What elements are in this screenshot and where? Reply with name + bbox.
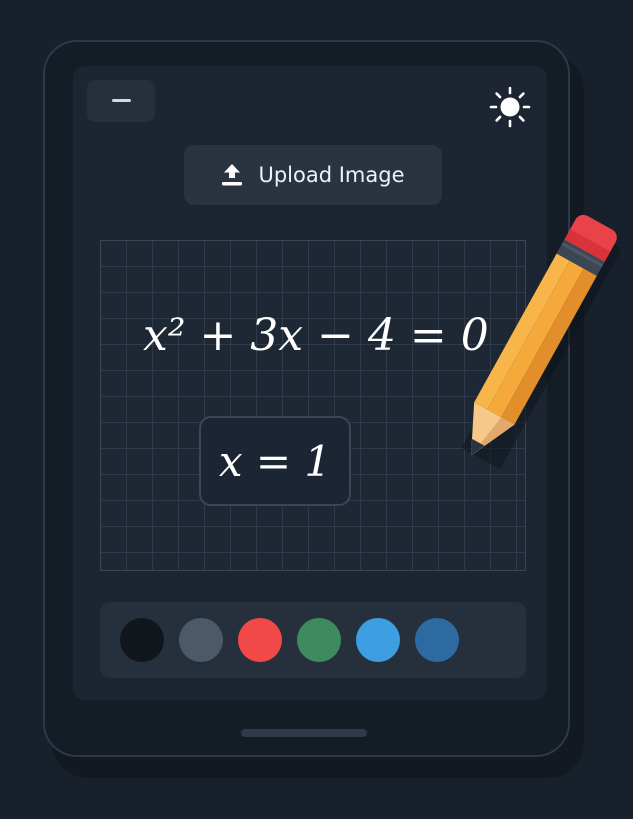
upload-button-label: Upload Image bbox=[258, 163, 405, 187]
color-swatch-red[interactable] bbox=[238, 618, 282, 662]
color-palette bbox=[100, 602, 526, 678]
solution-card: x = 1 bbox=[199, 416, 351, 506]
upload-icon bbox=[222, 164, 243, 186]
home-indicator bbox=[241, 729, 367, 737]
theme-toggle-button[interactable] bbox=[487, 84, 533, 130]
pencil-icon bbox=[462, 214, 620, 469]
color-swatch-black[interactable] bbox=[120, 618, 164, 662]
color-swatch-green[interactable] bbox=[297, 618, 341, 662]
app-stage: Upload Image x² + 3x − 4 = 0 x = 1 bbox=[0, 0, 633, 819]
sun-icon bbox=[489, 86, 531, 128]
minus-icon bbox=[112, 99, 131, 102]
solution-text: x = 1 bbox=[218, 436, 332, 486]
upload-image-button[interactable]: Upload Image bbox=[184, 145, 442, 205]
color-swatch-gray[interactable] bbox=[179, 618, 223, 662]
color-swatch-dark-blue[interactable] bbox=[415, 618, 459, 662]
color-swatch-light-blue[interactable] bbox=[356, 618, 400, 662]
handwritten-equation: x² + 3x − 4 = 0 bbox=[143, 310, 489, 361]
menu-button[interactable] bbox=[87, 80, 155, 122]
